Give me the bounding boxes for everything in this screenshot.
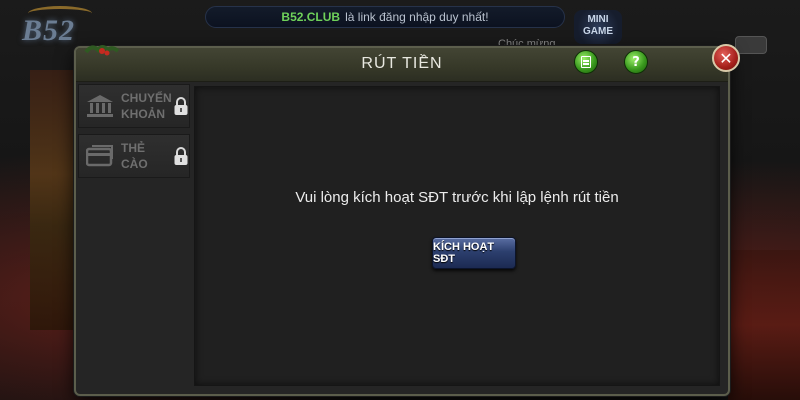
bank-icon bbox=[85, 93, 115, 119]
activate-phone-button[interactable]: KÍCH HOẠT SĐT bbox=[432, 237, 516, 269]
side-art-left bbox=[30, 70, 80, 330]
sidebar-item-bank-transfer[interactable]: CHUYỂN KHOẢN bbox=[78, 84, 190, 128]
banner-site: B52.CLUB bbox=[281, 10, 341, 24]
card-icon bbox=[85, 143, 115, 169]
sidebar-item-label: CHUYỂN KHOẢN bbox=[121, 90, 172, 122]
help-icon[interactable]: ? bbox=[624, 50, 648, 74]
sidebar-item-scratch-card[interactable]: THẺ CÀO bbox=[78, 134, 190, 178]
lock-icon bbox=[174, 97, 188, 115]
label-line: CHUYỂN bbox=[121, 91, 172, 105]
close-icon[interactable]: ✕ bbox=[712, 44, 740, 72]
method-sidebar: CHUYỂN KHOẢN THẺ CÀO bbox=[78, 84, 192, 180]
close-glyph: ✕ bbox=[719, 48, 733, 68]
side-art-right bbox=[728, 250, 800, 400]
help-glyph: ? bbox=[632, 54, 640, 70]
top-banner: B52.CLUB là link đăng nhập duy nhất! bbox=[205, 6, 565, 28]
minigame-button[interactable]: MINI GAME bbox=[574, 10, 622, 44]
modal-header: RÚT TIỀN ? ✕ bbox=[76, 44, 740, 82]
activation-message: Vui lòng kích hoạt SĐT trước khi lập lện… bbox=[295, 189, 619, 206]
lock-icon bbox=[174, 147, 188, 165]
label-line: KHOẢN bbox=[121, 107, 165, 121]
withdraw-modal: RÚT TIỀN ? ✕ CHUYỂN KHOẢN THẺ CÀO Vui lò… bbox=[74, 44, 740, 396]
sidebar-item-label: THẺ CÀO bbox=[121, 141, 148, 171]
background-button bbox=[735, 36, 767, 54]
main-panel: Vui lòng kích hoạt SĐT trước khi lập lện… bbox=[194, 86, 720, 386]
document-icon[interactable] bbox=[574, 50, 598, 74]
banner-text: là link đăng nhập duy nhất! bbox=[345, 10, 489, 24]
